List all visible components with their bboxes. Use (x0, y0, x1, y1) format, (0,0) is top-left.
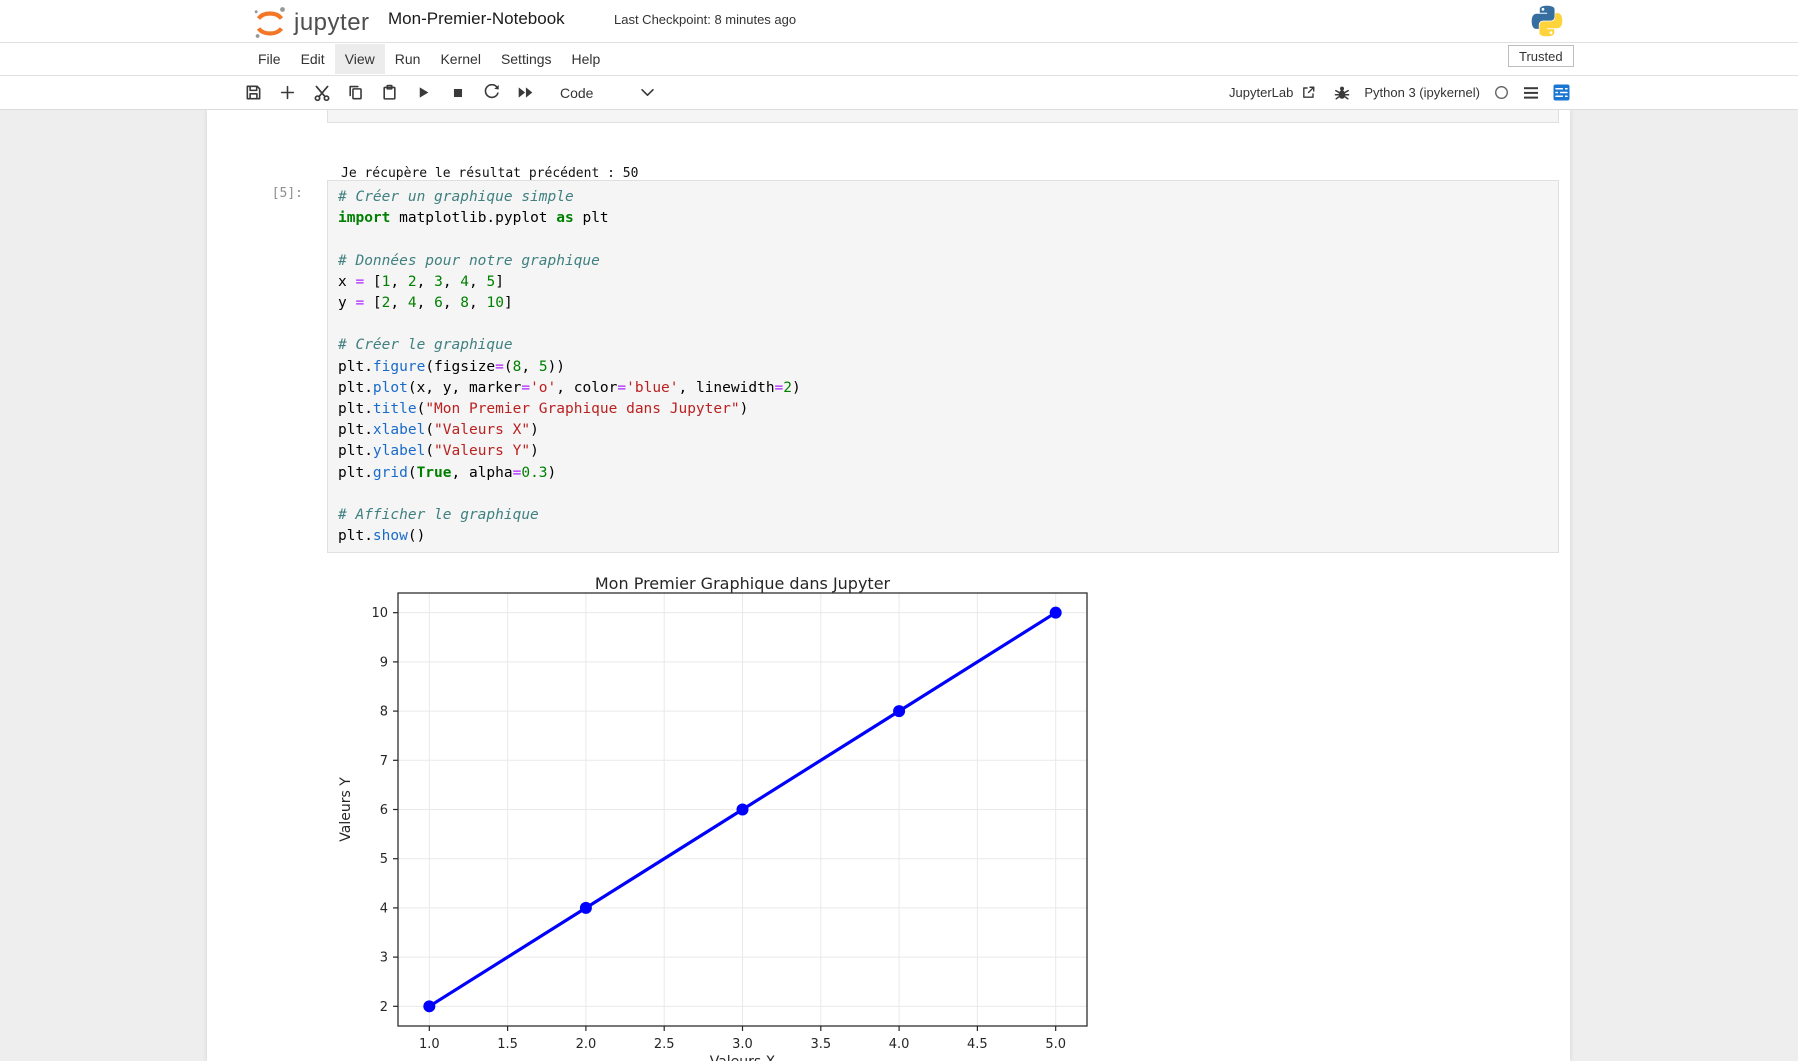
save-button[interactable] (240, 79, 267, 106)
toolbar: Code JupyterLab Python 3 (ipykernel) (0, 76, 1798, 110)
cut-cells-button[interactable] (308, 79, 335, 106)
debugger-bug-icon[interactable] (1334, 85, 1350, 101)
code-line: # Créer le graphique (338, 335, 1548, 356)
cell-type-value: Code (560, 85, 593, 101)
python-logo-icon (1530, 4, 1564, 43)
menu-run[interactable]: Run (385, 44, 431, 74)
code-line: x = [1, 2, 3, 4, 5] (338, 272, 1548, 293)
menu-settings[interactable]: Settings (491, 44, 562, 74)
menu-view[interactable]: View (335, 44, 385, 74)
svg-text:7: 7 (380, 754, 388, 769)
code-cell-input[interactable]: # Créer un graphique simpleimport matplo… (327, 180, 1559, 553)
menu-items: File Edit View Run Kernel Settings Help (248, 43, 610, 75)
svg-text:2.5: 2.5 (654, 1037, 675, 1052)
svg-text:4.5: 4.5 (967, 1037, 988, 1052)
y-axis-label: Valeurs Y (338, 777, 354, 842)
matplotlib-figure: Mon Premier Graphique dans Jupyter 1.0 1.5… (207, 555, 1570, 1061)
svg-text:6: 6 (380, 803, 388, 818)
copy-cells-button[interactable] (342, 79, 369, 106)
x-axis-label: Valeurs X (710, 1054, 776, 1061)
menu-bar: File Edit View Run Kernel Settings Help … (0, 43, 1798, 76)
code-line: plt.show() (338, 526, 1548, 547)
svg-text:9: 9 (380, 655, 388, 670)
svg-text:1.5: 1.5 (497, 1037, 518, 1052)
svg-text:8: 8 (380, 705, 388, 720)
jupyter-notebook-app: jupyter Mon-Premier-Notebook Last Checkp… (0, 0, 1798, 1061)
svg-text:3.5: 3.5 (810, 1037, 831, 1052)
svg-text:2: 2 (380, 1000, 388, 1015)
code-line: # Données pour notre graphique (338, 251, 1548, 272)
toolbar-right-group: JupyterLab Python 3 (ipykernel) (1229, 76, 1570, 109)
trusted-badge[interactable]: Trusted (1508, 45, 1574, 67)
code-line: import matplotlib.pyplot as plt (338, 208, 1548, 229)
menu-file[interactable]: File (248, 44, 291, 74)
notebook-title[interactable]: Mon-Premier-Notebook (388, 9, 565, 29)
code-line (338, 484, 1548, 505)
interrupt-kernel-button[interactable] (444, 79, 471, 106)
svg-text:3.0: 3.0 (732, 1037, 753, 1052)
notebook-tools-icon[interactable] (1553, 84, 1570, 101)
svg-text:5: 5 (380, 852, 388, 867)
execution-count-prompt: [5]: (207, 186, 303, 201)
menu-kernel[interactable]: Kernel (430, 44, 490, 74)
code-line: # Créer un graphique simple (338, 187, 1548, 208)
code-line: plt.figure(figsize=(8, 5)) (338, 357, 1548, 378)
code-line (338, 314, 1548, 335)
chart-title: Mon Premier Graphique dans Jupyter (595, 574, 891, 593)
checkpoint-status: Last Checkpoint: 8 minutes ago (614, 12, 796, 27)
code-line: # Afficher le graphique (338, 505, 1548, 526)
restart-run-all-button[interactable] (512, 79, 539, 106)
run-cell-button[interactable] (410, 79, 437, 106)
svg-text:4: 4 (380, 901, 388, 916)
insert-cell-below-button[interactable] (274, 79, 301, 106)
svg-text:3: 3 (380, 951, 388, 966)
paste-cells-button[interactable] (376, 79, 403, 106)
code-line (338, 229, 1548, 250)
previous-cell-partial[interactable] (327, 110, 1559, 123)
jupyter-logo[interactable]: jupyter (250, 3, 370, 43)
code-line: plt.plot(x, y, marker='o', color='blue',… (338, 378, 1548, 399)
svg-text:2.0: 2.0 (576, 1037, 597, 1052)
svg-text:1.0: 1.0 (419, 1037, 440, 1052)
jupyter-logo-icon (250, 3, 290, 43)
code-line: plt.title("Mon Premier Graphique dans Ju… (338, 399, 1548, 420)
main-menu-icon[interactable] (1523, 86, 1539, 100)
menu-edit[interactable]: Edit (291, 44, 335, 74)
code-line: plt.ylabel("Valeurs Y") (338, 441, 1548, 462)
external-link-icon[interactable] (1301, 85, 1316, 100)
menu-help[interactable]: Help (562, 44, 611, 74)
svg-text:4.0: 4.0 (889, 1037, 910, 1052)
svg-text:10: 10 (371, 606, 388, 621)
toolbar-left-group: Code (240, 76, 660, 109)
kernel-status-icon[interactable] (1494, 85, 1509, 100)
header-bar: jupyter Mon-Premier-Notebook Last Checkp… (0, 0, 1798, 43)
jupyterlab-link[interactable]: JupyterLab (1229, 85, 1293, 100)
chart-output: Mon Premier Graphique dans Jupyter 1.0 1.5… (207, 555, 1570, 1061)
cell-type-dropdown[interactable]: Code (560, 85, 660, 101)
kernel-name[interactable]: Python 3 (ipykernel) (1364, 85, 1480, 100)
code-line: plt.xlabel("Valeurs X") (338, 420, 1548, 441)
code-editor-lines: # Créer un graphique simpleimport matplo… (338, 187, 1548, 547)
code-line: y = [2, 4, 6, 8, 10] (338, 293, 1548, 314)
code-line: plt.grid(True, alpha=0.3) (338, 463, 1548, 484)
chevron-down-icon (641, 88, 654, 97)
restart-kernel-button[interactable] (478, 79, 505, 106)
jupyter-wordmark: jupyter (294, 9, 370, 37)
svg-text:5.0: 5.0 (1045, 1037, 1066, 1052)
